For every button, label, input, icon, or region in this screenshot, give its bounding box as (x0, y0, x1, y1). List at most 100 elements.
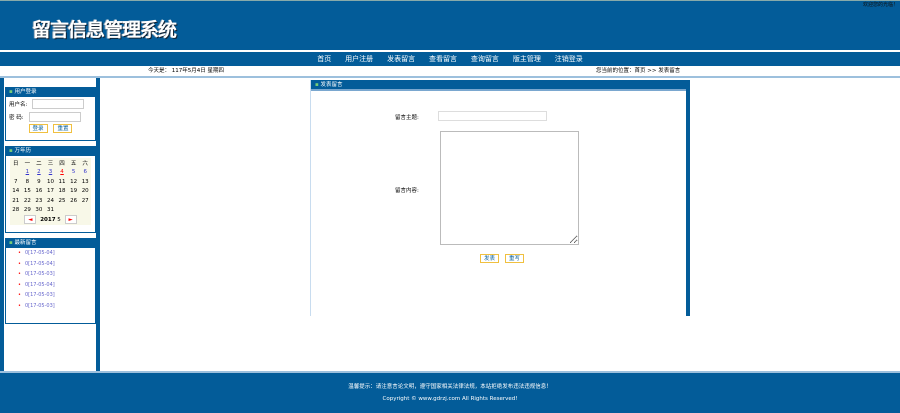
calendar-day[interactable]: 9 (33, 177, 45, 187)
calendar-day[interactable]: 24 (45, 196, 57, 206)
latest-message-item[interactable]: • 0[17-05-04] (12, 280, 95, 291)
weekday: 日 (13, 160, 19, 167)
header: 留言信息管理系统 欢迎您的光临！ (0, 0, 900, 50)
latest-message-link[interactable]: 0[17-05-03] (25, 303, 55, 309)
breadcrumb: 您当前的位置：首页 >> 发表留言 (596, 68, 681, 74)
calendar-day[interactable]: 12 (68, 177, 80, 187)
divider (0, 76, 900, 78)
calendar-day[interactable]: 18 (56, 187, 68, 197)
password-input[interactable] (28, 111, 81, 122)
calendar-day[interactable]: 19 (68, 187, 80, 197)
calendar-month: 5 (57, 217, 61, 223)
nav-register[interactable]: 用户注册 (345, 55, 373, 63)
nav-post-message[interactable]: 发表留言 (387, 55, 415, 63)
calendar-title: 万年历 (6, 147, 95, 156)
calendar-day (10, 168, 22, 178)
nav-view-messages[interactable]: 查看留言 (429, 55, 457, 63)
calendar-day[interactable]: 3 (45, 168, 57, 178)
username-label: 用户名: (9, 101, 28, 108)
submit-button[interactable]: 发表 (480, 254, 500, 263)
copyright: Copyright © www.gdrzj.com All Rights Res… (382, 396, 518, 402)
calendar-day[interactable]: 20 (79, 187, 91, 197)
calendar-day[interactable]: 1 (22, 168, 34, 178)
calendar-box: 万年历 日一二三四五六 1234567891011121314151617181… (5, 146, 96, 233)
date-text: 今天是： 117年5月4日 星期四 (148, 68, 224, 74)
subject-input[interactable] (438, 111, 547, 121)
calendar-day (68, 206, 80, 216)
weekday: 二 (36, 160, 42, 167)
latest-message-link[interactable]: 0[17-05-04] (25, 261, 55, 267)
calendar-day[interactable]: 26 (68, 196, 80, 206)
username-input[interactable] (32, 98, 85, 109)
latest-message-link[interactable]: 0[17-05-04] (25, 282, 55, 288)
nav-search-messages[interactable]: 查询留言 (471, 55, 499, 63)
latest-message-link[interactable]: 0[17-05-03] (25, 271, 55, 277)
footer: 温馨提示：请注意言论文明，遵守国家相关法律法规，本站拒绝发布违法违规信息！ Co… (0, 373, 900, 413)
latest-messages-title: 最新留言 (6, 239, 95, 248)
weekday: 三 (47, 160, 54, 167)
bullet-icon: • (18, 302, 21, 309)
calendar-day[interactable]: 2 (33, 168, 45, 178)
content-label: 留言内容: (395, 188, 419, 194)
calendar-day[interactable]: 5 (68, 168, 80, 178)
latest-message-item[interactable]: • 0[17-05-03] (12, 269, 95, 280)
weekday: 一 (24, 160, 31, 167)
calendar-day[interactable]: 14 (10, 187, 22, 197)
calendar-day (56, 206, 68, 216)
calendar-day[interactable]: 21 (10, 196, 22, 206)
main-nav: 首页 用户注册 发表留言 查看留言 查询留言 版主管理 注销登录 (0, 52, 900, 66)
weekday: 四 (59, 160, 65, 167)
panel-border (686, 80, 690, 316)
calendar-day[interactable]: 23 (33, 196, 45, 206)
calendar-day[interactable]: 11 (56, 177, 68, 187)
calendar-day[interactable]: 17 (45, 187, 57, 197)
calendar-day[interactable]: 7 (10, 177, 22, 187)
latest-message-item[interactable]: • 0[17-05-04] (12, 248, 95, 259)
reset-button[interactable]: 重置 (53, 124, 73, 133)
password-label: 密 码: (9, 114, 24, 121)
latest-message-link[interactable]: 0[17-05-04] (25, 250, 55, 256)
calendar-day[interactable]: 4 (56, 168, 68, 178)
login-button[interactable]: 登录 (28, 124, 48, 133)
calendar-day[interactable]: 10 (45, 177, 57, 187)
prev-month-button[interactable]: ◄ (24, 215, 37, 224)
weekday: 六 (82, 160, 88, 167)
sidebar: 用户登录 用户名: 密 码: 登录 重置 万年历 日一二三四五六 1234567… (0, 78, 100, 373)
calendar-day[interactable]: 30 (33, 206, 45, 216)
latest-message-item[interactable]: • 0[17-05-03] (12, 290, 95, 301)
login-title: 用户登录 (6, 88, 95, 97)
nav-admin[interactable]: 版主管理 (513, 55, 541, 63)
next-month-button[interactable]: ► (64, 215, 77, 224)
nav-home[interactable]: 首页 (317, 55, 331, 63)
calendar-day[interactable]: 13 (79, 177, 91, 187)
calendar-day[interactable]: 29 (22, 206, 34, 216)
bullet-icon: • (18, 250, 21, 256)
bullet-icon: • (18, 281, 21, 288)
calendar-day[interactable]: 8 (22, 177, 34, 187)
calendar-day[interactable]: 28 (10, 206, 22, 216)
rewrite-button[interactable]: 重写 (504, 254, 524, 263)
weekday: 五 (70, 160, 77, 167)
bullet-icon: • (18, 260, 21, 267)
panel-title: 发表留言 (311, 80, 690, 91)
info-row: 今天是： 117年5月4日 星期四 您当前的位置：首页 >> 发表留言 (0, 66, 900, 76)
calendar-day[interactable]: 22 (22, 196, 34, 206)
footer-notice: 温馨提示：请注意言论文明，遵守国家相关法律法规，本站拒绝发布违法违规信息！ (348, 384, 552, 390)
nav-logout[interactable]: 注销登录 (555, 55, 583, 63)
calendar-day[interactable]: 25 (56, 196, 68, 206)
calendar-day (79, 206, 91, 216)
latest-message-item[interactable]: • 0[17-05-04] (12, 259, 95, 270)
content-textarea[interactable] (440, 131, 579, 245)
calendar-day[interactable]: 31 (45, 206, 57, 216)
calendar-day[interactable]: 15 (22, 187, 34, 197)
calendar-day[interactable]: 27 (79, 196, 91, 206)
latest-message-link[interactable]: 0[17-05-03] (25, 292, 55, 298)
latest-messages-box: 最新留言 • 0[17-05-04] • 0[17-05-04] • 0[17-05-03… (5, 238, 96, 324)
calendar-day[interactable]: 16 (33, 187, 45, 197)
site-title: 留言信息管理系统 (32, 19, 177, 41)
calendar: 日一二三四五六 1 2 3 4 5 6 7 8 9 10 11 12 13 14 15 16 17 18 19 20 2… (10, 158, 91, 225)
calendar-day[interactable]: 6 (79, 168, 91, 178)
calendar-year: 2017 (40, 217, 56, 223)
latest-message-item[interactable]: • 0[17-05-03] (12, 301, 95, 312)
bullet-icon: • (18, 292, 21, 298)
